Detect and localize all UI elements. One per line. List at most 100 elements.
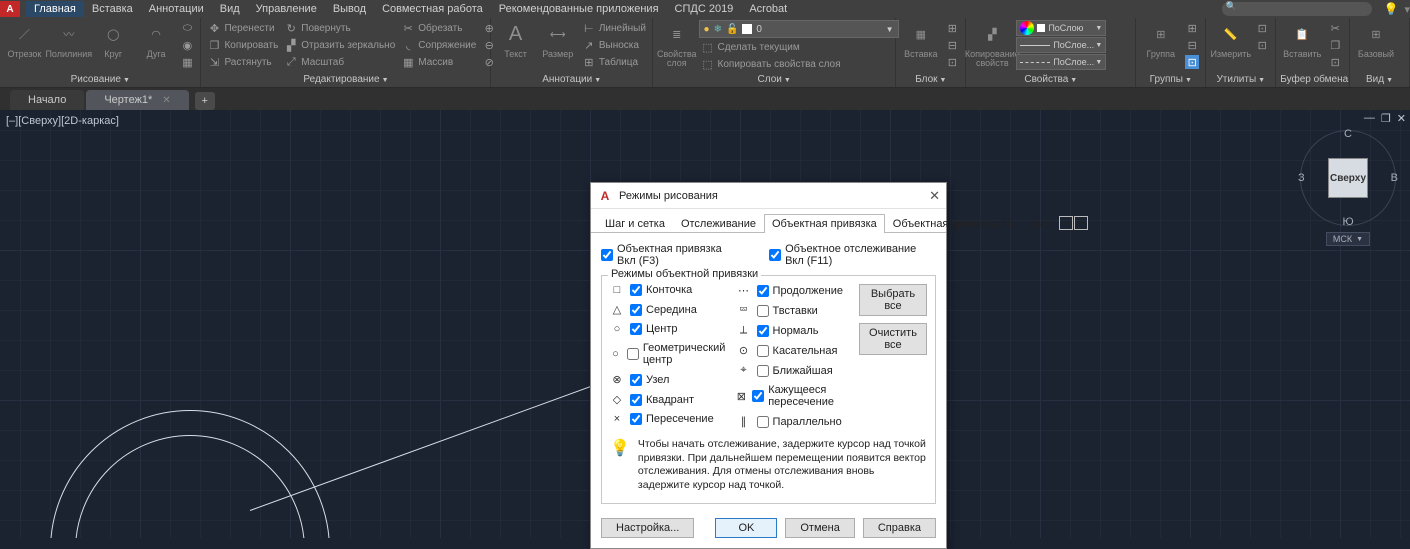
mirror-button[interactable]: ▞Отразить зеркально (282, 37, 397, 53)
osnap-on-checkbox[interactable]: Объектная привязка Вкл (F3) (601, 243, 741, 267)
panel-title[interactable]: Блок▼ (900, 72, 961, 87)
search-field[interactable] (1222, 2, 1372, 16)
panel-title[interactable]: Утилиты▼ (1210, 72, 1271, 87)
block-extra-1[interactable]: ⊞ (943, 20, 961, 36)
block-extra-3[interactable]: ⊡ (943, 54, 961, 70)
osnap-checkbox[interactable]: Кажущееся пересечение (752, 384, 851, 408)
lineweight-dropdown[interactable]: ПоСлое...▼ (1016, 37, 1106, 53)
panel-title[interactable]: Вид▼ (1354, 72, 1405, 87)
group-extra-1[interactable]: ⊞ (1183, 20, 1201, 36)
viewcube-top-face[interactable]: Сверху (1328, 158, 1368, 198)
viewcube-south[interactable]: Ю (1342, 216, 1353, 228)
cancel-button[interactable]: Отмена (785, 518, 854, 538)
arc-button[interactable]: ◠Дуга (136, 20, 177, 59)
viewcube[interactable]: С Ю В З Сверху МСК▼ (1300, 130, 1396, 246)
draw-extra-3[interactable]: ▦ (178, 54, 196, 70)
draw-extra-2[interactable]: ◉ (178, 37, 196, 53)
menu-аннотации[interactable]: Аннотации (141, 1, 212, 17)
array-button[interactable]: ▦Массив (399, 54, 478, 70)
clip-extra-3[interactable]: ⊡ (1326, 54, 1344, 70)
osnap-checkbox[interactable]: Геометрический центр (627, 342, 729, 366)
select-all-button[interactable]: Выбрать все (859, 284, 927, 316)
panel-title[interactable]: Рисование▼ (4, 72, 196, 87)
osnap-checkbox[interactable]: Параллельно (757, 416, 842, 428)
menu-acrobat[interactable]: Acrobat (741, 1, 795, 17)
osnap-checkbox[interactable]: Твставки (757, 305, 818, 317)
dimension-button[interactable]: ⟷Размер (538, 20, 578, 59)
move-button[interactable]: ✥Перенести (205, 20, 280, 36)
close-icon[interactable]: ✕ (929, 188, 940, 204)
group-button[interactable]: ⊞Группа (1140, 20, 1181, 59)
panel-title[interactable]: Аннотации▼ (495, 72, 648, 87)
viewcube-east[interactable]: В (1391, 172, 1398, 184)
chevron-down-icon[interactable]: ▾ (1404, 3, 1410, 16)
osnap-checkbox[interactable]: Пересечение (630, 413, 714, 425)
minimize-icon[interactable]: — (1364, 112, 1375, 125)
app-icon[interactable]: A (0, 1, 20, 17)
stretch-button[interactable]: ⇲Растянуть (205, 54, 280, 70)
osnap-checkbox[interactable]: Нормаль (757, 325, 819, 337)
osnap-checkbox[interactable]: Середина (630, 304, 697, 316)
tab-scroll-left[interactable]: ◂ (1059, 216, 1073, 230)
panel-title[interactable]: Редактирование▼ (205, 72, 486, 87)
circle-button[interactable]: ◯Круг (93, 20, 134, 59)
clip-extra-2[interactable]: ❐ (1326, 37, 1344, 53)
help-button[interactable]: Справка (863, 518, 936, 538)
osnap-checkbox[interactable]: Продолжение (757, 285, 843, 297)
tab-drawing[interactable]: Чертеж1*✕ (86, 90, 188, 110)
dialog-titlebar[interactable]: A Режимы рисования ✕ (591, 183, 946, 209)
osnap-checkbox[interactable]: Ближайшая (757, 365, 833, 377)
osnap-checkbox[interactable]: Узел (630, 374, 669, 386)
line-button[interactable]: ／Отрезок (4, 20, 45, 59)
util-extra-1[interactable]: ⊡ (1253, 20, 1271, 36)
table-button[interactable]: ⊞Таблица (580, 54, 648, 70)
ucs-dropdown[interactable]: МСК▼ (1326, 232, 1370, 246)
viewcube-north[interactable]: С (1344, 128, 1352, 140)
options-button[interactable]: Настройка... (601, 518, 694, 538)
fillet-button[interactable]: ◟Сопряжение (399, 37, 478, 53)
ok-button[interactable]: OK (715, 518, 777, 538)
menu-главная[interactable]: Главная (26, 1, 84, 17)
make-current-button[interactable]: ⬚Сделать текущим (699, 39, 899, 55)
viewcube-west[interactable]: З (1298, 172, 1305, 184)
trim-button[interactable]: ✂Обрезать (399, 20, 478, 36)
menu-совместная работа[interactable]: Совместная работа (374, 1, 491, 17)
osnap-checkbox[interactable]: Конточка (630, 284, 692, 296)
dialog-tab[interactable]: Объектная привязка 3D (885, 214, 1023, 233)
menu-управление[interactable]: Управление (248, 1, 325, 17)
base-view-button[interactable]: ⊞Базовый (1354, 20, 1398, 59)
rotate-button[interactable]: ↻Повернуть (282, 20, 397, 36)
menu-спдс 2019[interactable]: СПДС 2019 (667, 1, 742, 17)
match-props-button[interactable]: ▞Копирование свойств (970, 20, 1014, 68)
group-extra-2[interactable]: ⊟ (1183, 37, 1201, 53)
menu-рекомендованные приложения[interactable]: Рекомендованные приложения (491, 1, 667, 17)
clip-extra-1[interactable]: ✂ (1326, 20, 1344, 36)
viewport-label[interactable]: [–][Сверху][2D-каркас] (6, 115, 119, 127)
menu-вставка[interactable]: Вставка (84, 1, 141, 17)
group-extra-3[interactable]: ⊡ (1183, 54, 1201, 70)
tab-scroll-right[interactable]: ▸ (1074, 216, 1088, 230)
restore-icon[interactable]: ❐ (1381, 112, 1391, 125)
panel-title[interactable]: Группы▼ (1140, 72, 1201, 87)
insert-block-button[interactable]: ▦Вставка (900, 20, 941, 59)
measure-button[interactable]: 📏Измерить (1210, 20, 1251, 59)
leader-button[interactable]: ↗Выноска (580, 37, 648, 53)
menu-вывод[interactable]: Вывод (325, 1, 374, 17)
text-button[interactable]: AТекст (495, 20, 535, 59)
scale-button[interactable]: ⤢Масштаб (282, 54, 397, 70)
copy-button[interactable]: ❐Копировать (205, 37, 280, 53)
tab-start[interactable]: Начало (10, 90, 84, 110)
otrack-on-checkbox[interactable]: Объектное отслеживание Вкл (F11) (769, 243, 936, 267)
linetype-dropdown[interactable]: ПоСлое...▼ (1016, 54, 1106, 70)
panel-title[interactable]: Свойства▼ (970, 72, 1131, 87)
layer-dropdown[interactable]: ● ❄ 🔓 0 ▼ (699, 20, 899, 38)
osnap-checkbox[interactable]: Квадрант (630, 394, 694, 406)
dialog-tab[interactable]: Шаг и сетка (597, 214, 673, 233)
clear-all-button[interactable]: Очистить все (859, 323, 927, 355)
panel-title[interactable]: Слои▼ (657, 72, 891, 87)
close-icon[interactable]: ✕ (162, 95, 170, 106)
util-extra-2[interactable]: ⊡ (1253, 37, 1271, 53)
color-dropdown[interactable]: ПоСлою▼ (1016, 20, 1106, 36)
osnap-checkbox[interactable]: Касательная (757, 345, 838, 357)
paste-button[interactable]: 📋Вставить (1280, 20, 1324, 59)
